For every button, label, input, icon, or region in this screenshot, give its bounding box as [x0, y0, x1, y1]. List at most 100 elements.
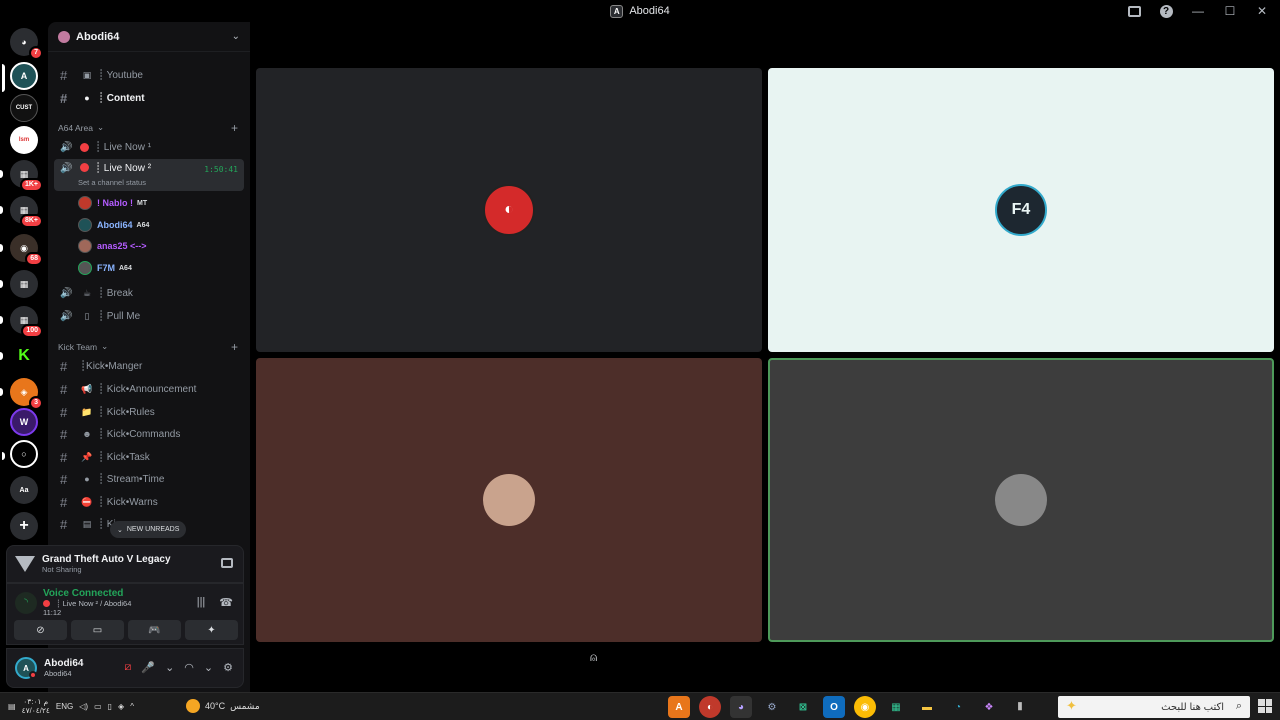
guild-header[interactable]: Abodi64 ⌄: [48, 22, 250, 52]
camera-toggle-button[interactable]: ⊘: [14, 620, 67, 640]
server-folder-2[interactable]: ▦ 8K+: [0, 196, 43, 228]
user-display-name[interactable]: Abodi64: [44, 658, 83, 669]
chevron-up-icon[interactable]: ^: [130, 702, 134, 711]
user-subtext: Abodi64: [44, 669, 72, 678]
server-purple[interactable]: W: [10, 408, 38, 436]
channel-status[interactable]: Set a channel status: [78, 178, 146, 187]
taskbar-app-red-icon[interactable]: ◐: [699, 696, 721, 718]
server-kick[interactable]: K: [0, 342, 38, 370]
voice-status-title[interactable]: Voice Connected: [43, 588, 131, 599]
channel-kick-manger[interactable]: # ┊Kick•Manger: [54, 355, 244, 377]
channel-kick-rules[interactable]: # 📁 ┊ Kick•Rules: [54, 401, 244, 423]
chevron-down-icon[interactable]: ⌄: [204, 661, 213, 674]
network-icon[interactable]: ▭: [94, 702, 102, 711]
taskbar-copilot-icon[interactable]: ❖: [978, 696, 1000, 718]
noise-suppression-icon[interactable]: |||: [197, 596, 206, 609]
volume-icon[interactable]: ◁): [79, 702, 88, 711]
share-screen-button[interactable]: ▭: [71, 620, 124, 640]
add-channel-icon[interactable]: +: [231, 121, 238, 135]
gear-icon[interactable]: ⚙: [223, 661, 233, 674]
gamepad-icon: 🎮: [148, 624, 161, 636]
participant-tile-4-speaking[interactable]: [768, 358, 1274, 642]
server-folder-4[interactable]: ▦ 100: [0, 306, 43, 338]
voice-user-nablo[interactable]: ! Nablo ! MT: [78, 193, 147, 213]
taskbar-outlook-icon[interactable]: O: [823, 696, 845, 718]
voice-channel-break[interactable]: 🔊 ☕ ┊ Break: [54, 282, 244, 304]
chevron-down-icon[interactable]: ⌄: [165, 661, 174, 674]
taskbar-xbox-icon[interactable]: ⊠: [792, 696, 814, 718]
title-bar: A Abodi64 ? — ☐ ✕: [0, 0, 1280, 22]
chevron-down-icon: ⌄: [117, 526, 123, 534]
channel-stream-time[interactable]: # ● ┊ Stream•Time: [54, 468, 244, 490]
maximize-button[interactable]: ☐: [1222, 3, 1238, 19]
taskbar-taskview-icon[interactable]: ⫴: [1009, 696, 1031, 718]
taskbar-steam-icon[interactable]: ⚙: [761, 696, 783, 718]
camera-off-icon[interactable]: ⧄: [124, 661, 131, 674]
add-channel-icon[interactable]: +: [231, 340, 238, 354]
server-font[interactable]: Aa: [10, 476, 38, 504]
live-dot-icon: [80, 163, 89, 172]
server-folder-3[interactable]: ▦: [0, 270, 38, 298]
server-fire[interactable]: ◈ 3: [0, 378, 43, 410]
search-placeholder: اكتب هنا للبحث: [1161, 701, 1224, 713]
add-server-icon[interactable]: +: [10, 512, 38, 540]
voice-user-anas25[interactable]: anas25 <-->: [78, 236, 147, 256]
server-folder-1[interactable]: ▦ 1K+: [0, 160, 43, 192]
server-abodi64[interactable]: A: [2, 62, 38, 92]
server-dark[interactable]: ◉ 68: [0, 234, 43, 266]
participant-tile-2[interactable]: F4: [768, 68, 1274, 352]
channel-content[interactable]: # ● ┊ Content: [54, 87, 244, 109]
voice-channel-live-now-1[interactable]: 🔊 ┊ Live Now ¹: [54, 136, 244, 158]
minimize-button[interactable]: —: [1190, 3, 1206, 19]
disconnect-icon[interactable]: ☎: [219, 596, 233, 609]
server-orange[interactable]: Ism: [10, 126, 38, 154]
microphone-icon[interactable]: 🎤: [141, 661, 155, 674]
inbox-icon[interactable]: [1126, 3, 1142, 19]
language-indicator[interactable]: ENG: [56, 702, 73, 711]
voice-channel-path[interactable]: ┊ Live Now ² / Abodi64: [43, 599, 131, 608]
hash-icon: #: [60, 471, 68, 487]
tray-app-icon[interactable]: ◈: [118, 702, 124, 711]
channel-kick-commands[interactable]: # ☻ ┊ Kick•Commands: [54, 423, 244, 445]
participant-tile-3[interactable]: [256, 358, 762, 642]
category-kick-team[interactable]: Kick Team ⌄ +: [58, 340, 238, 354]
page-icon: ▤: [82, 518, 92, 529]
channel-kick-announcement[interactable]: # 📢 ┊ Kick•Announcement: [54, 378, 244, 400]
taskbar-search-input[interactable]: ✦ اكتب هنا للبحث ⌕: [1058, 696, 1250, 718]
weather-widget[interactable]: 40°C مشمس: [186, 699, 260, 713]
no-entry-icon: ⛔: [81, 496, 93, 507]
server-white[interactable]: ○: [2, 440, 38, 468]
windows-start-icon[interactable]: [1258, 699, 1272, 713]
headphones-icon[interactable]: ◠: [184, 661, 194, 674]
participant-tile-1[interactable]: ◐: [256, 68, 762, 352]
soundboard-button[interactable]: ✦: [185, 620, 238, 640]
clock[interactable]: م ٠٣:٠١ ٤٧/٠٤/٢٤: [22, 697, 50, 715]
taskbar-edge-icon[interactable]: ◔: [947, 696, 969, 718]
participant-avatar: F4: [995, 184, 1047, 236]
voice-channel-pull-me[interactable]: 🔊 ▯ ┊ Pull Me: [54, 305, 244, 327]
activities-button[interactable]: 🎮: [128, 620, 181, 640]
battery-icon[interactable]: ▯: [108, 702, 112, 711]
taskbar-explorer-icon[interactable]: ▬: [916, 696, 938, 718]
voice-user-abodi64[interactable]: Abodi64 A64: [78, 215, 149, 235]
voice-user-f7m[interactable]: F7M A64: [78, 258, 132, 278]
channel-kick-task[interactable]: # 📌 ┊ Kick•Task: [54, 446, 244, 468]
taskbar-app-orange-icon[interactable]: A: [668, 696, 690, 718]
discord-home-icon[interactable]: ◕ 7: [10, 28, 43, 60]
signal-icon[interactable]: ◝: [15, 591, 37, 614]
taskbar-chrome-icon[interactable]: ◉: [854, 696, 876, 718]
taskbar-discord-icon[interactable]: ◕: [730, 696, 752, 718]
help-icon[interactable]: ?: [1158, 3, 1174, 19]
screen-share-icon[interactable]: [221, 558, 233, 568]
voice-channel-live-now-2[interactable]: 🔊 ┊ Live Now ² 1:50:41 Set a channel sta…: [54, 159, 244, 191]
channel-kick-warns[interactable]: # ⛔ ┊ Kick•Warns: [54, 491, 244, 513]
category-a64-area[interactable]: A64 Area ⌄ +: [58, 121, 238, 135]
channel-youtube[interactable]: # ▣ ┊ Youtube: [54, 64, 244, 86]
notifications-icon[interactable]: ▤: [8, 702, 16, 711]
avatar[interactable]: A: [15, 657, 37, 679]
taskbar-store-icon[interactable]: ▦: [885, 696, 907, 718]
server-customs[interactable]: CUST: [10, 94, 38, 122]
stage-controls-icon[interactable]: ⍝: [590, 650, 597, 665]
close-button[interactable]: ✕: [1254, 3, 1270, 19]
new-unreads-button[interactable]: ⌄ NEW UNREADS: [110, 521, 187, 538]
